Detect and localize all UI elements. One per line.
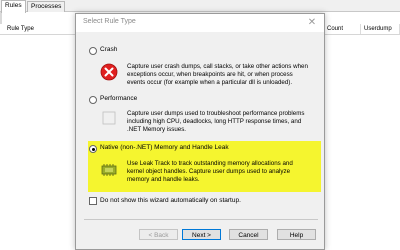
close-icon[interactable]: ✕ bbox=[300, 14, 324, 32]
tab-processes[interactable]: Processes bbox=[27, 1, 66, 12]
button-separator bbox=[84, 219, 318, 220]
crash-label: Crash bbox=[100, 46, 118, 53]
performance-radio[interactable] bbox=[89, 96, 97, 104]
dialog-title: Select Rule Type bbox=[83, 18, 136, 25]
option-native-memory-leak[interactable]: Native (non-.NET) Memory and Handle Leak… bbox=[89, 144, 321, 192]
help-button[interactable]: Help bbox=[277, 229, 316, 240]
next-button[interactable]: Next > bbox=[182, 229, 221, 240]
select-rule-type-dialog: Select Rule Type ✕ Crash Capture user cr… bbox=[75, 13, 325, 250]
tab-rules[interactable]: Rules bbox=[1, 0, 26, 13]
back-button[interactable]: < Back bbox=[139, 229, 178, 240]
performance-description: Capture user dumps used to troubleshoot … bbox=[127, 110, 305, 133]
crash-error-icon bbox=[100, 63, 118, 81]
no-wizard-label[interactable]: Do not show this wizard automatically on… bbox=[100, 197, 241, 204]
cancel-button[interactable]: Cancel bbox=[229, 229, 268, 240]
crash-description: Capture user crash dumps, call stacks, o… bbox=[127, 63, 308, 86]
performance-label: Performance bbox=[100, 95, 138, 102]
option-performance[interactable]: Performance Capture user dumps used to t… bbox=[89, 95, 321, 135]
native-memory-label: Native (non-.NET) Memory and Handle Leak bbox=[100, 144, 229, 151]
no-wizard-checkbox[interactable] bbox=[89, 197, 97, 205]
native-memory-radio[interactable] bbox=[89, 145, 97, 153]
memory-chip-icon bbox=[101, 164, 117, 176]
column-userdump-path[interactable]: Userdump Pa bbox=[361, 24, 400, 42]
performance-icon bbox=[102, 111, 116, 125]
dialog-titlebar[interactable]: Select Rule Type ✕ bbox=[76, 14, 324, 32]
crash-radio[interactable] bbox=[89, 47, 97, 55]
tab-strip: Rules Processes bbox=[0, 0, 400, 13]
column-count[interactable]: Count bbox=[324, 24, 361, 34]
native-memory-description: Use Leak Track to track outstanding memo… bbox=[127, 160, 293, 183]
